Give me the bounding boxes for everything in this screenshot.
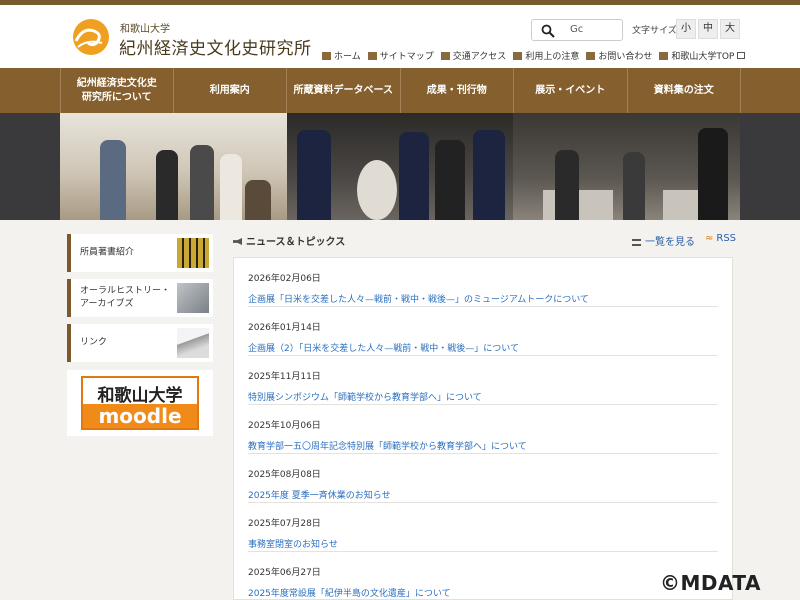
moodle-banner-logo: moodle	[83, 404, 197, 428]
sitemap-icon	[367, 51, 377, 60]
search-input[interactable]: Gc	[531, 19, 623, 41]
home-icon	[322, 51, 331, 60]
news-item: 2025年06月27日 2025年度常設展「紀伊半島の文化遺産」について	[248, 552, 718, 599]
rss-link[interactable]: ≈ RSS	[705, 233, 736, 248]
news-date: 2025年06月27日	[248, 568, 321, 578]
news-item: 2026年02月06日 企画展「日米を交差した人々—戦前・戦中・戦後—」のミュー…	[248, 258, 718, 307]
search-icon[interactable]	[541, 24, 555, 38]
sidebar-item-links[interactable]: リンク	[67, 324, 213, 362]
sidebar-item-oral-history[interactable]: オーラルヒストリー・アーカイブズ	[67, 279, 213, 317]
news-date: 2025年07月28日	[248, 519, 321, 529]
news-link[interactable]: 教育学部一五〇周年記念特別展「師範学校から教育学部へ」について	[248, 439, 718, 452]
institute-logo[interactable]	[68, 17, 114, 63]
view-all-link[interactable]: 一覧を見る	[632, 233, 695, 248]
news-link[interactable]: 2025年度 夏季一斉休業のお知らせ	[248, 488, 718, 501]
nav-guide[interactable]: 利用案内	[174, 68, 287, 113]
news-list: 2026年02月06日 企画展「日米を交差した人々—戦前・戦中・戦後—」のミュー…	[233, 257, 733, 600]
hero-banner	[0, 113, 800, 220]
font-size-label: 文字サイズ	[632, 26, 677, 36]
recorder-thumbnail	[177, 283, 209, 313]
site-title[interactable]: 紀州経済史文化史研究所	[119, 34, 312, 59]
news-links: 一覧を見る ≈ RSS	[632, 233, 736, 248]
external-link-icon	[737, 52, 746, 59]
global-nav: 紀州経済史文化史研究所について 利用案内 所蔵資料データベース 成果・刊行物 展…	[0, 68, 800, 113]
megaphone-icon	[233, 238, 242, 245]
nav-order[interactable]: 資料集の注文	[628, 68, 741, 113]
news-item: 2025年10月06日 教育学部一五〇周年記念特別展「師範学校から教育学部へ」に…	[248, 405, 718, 454]
sitemap-link[interactable]: サイトマップ	[367, 49, 434, 62]
news-link[interactable]: 特別展シンポジウム「師範学校から教育学部へ」について	[248, 390, 718, 403]
news-link[interactable]: 企画展「日米を交差した人々—戦前・戦中・戦後—」のミュージアムトークについて	[248, 292, 718, 305]
news-title: ニュース＆トピックス	[246, 237, 346, 248]
font-size-medium-button[interactable]: 中	[698, 19, 718, 39]
train-icon	[440, 51, 450, 60]
search-placeholder: Gc	[570, 24, 584, 35]
university-name: 和歌山大学	[120, 24, 170, 35]
nav-database[interactable]: 所蔵資料データベース	[287, 68, 401, 113]
moodle-banner[interactable]: 和歌山大学 moodle	[67, 370, 213, 436]
hero-photo-performance	[286, 113, 514, 220]
home-link[interactable]: ホーム	[322, 49, 361, 62]
rss-icon: ≈	[705, 233, 714, 244]
building-icon	[659, 51, 669, 60]
font-size-small-button[interactable]: 小	[676, 19, 696, 39]
hero-photo-exhibition	[60, 113, 287, 220]
mail-icon	[586, 51, 596, 60]
news-date: 2026年01月14日	[248, 323, 321, 333]
news-item: 2026年01月14日 企画展（2）「日米を交差した人々—戦前・戦中・戦後—」に…	[248, 307, 718, 356]
news-date: 2025年10月06日	[248, 421, 321, 431]
list-icon	[632, 238, 641, 246]
university-top-link[interactable]: 和歌山大学TOP	[659, 49, 746, 62]
font-size-large-button[interactable]: 大	[720, 19, 740, 39]
moodle-banner-university: 和歌山大学	[97, 386, 183, 406]
news-link[interactable]: 事務室閉室のお知らせ	[248, 537, 718, 550]
utility-links: ホーム サイトマップ 交通アクセス 利用上の注意 お問い合わせ 和歌山大学TOP	[322, 49, 746, 62]
contact-link[interactable]: お問い合わせ	[586, 49, 652, 62]
news-date: 2025年08月08日	[248, 470, 321, 480]
news-item: 2025年07月28日 事務室閉室のお知らせ	[248, 503, 718, 552]
news-item: 2025年08月08日 2025年度 夏季一斉休業のお知らせ	[248, 454, 718, 503]
site-header: 和歌山大学 紀州経済史文化史研究所 Gc 文字サイズ 小 中 大 ホーム サイト…	[0, 5, 800, 68]
book-spines-thumbnail	[177, 238, 209, 268]
news-date: 2026年02月06日	[248, 274, 321, 284]
access-link[interactable]: 交通アクセス	[440, 49, 506, 62]
news-link[interactable]: 2025年度常設展「紀伊半島の文化遺産」について	[248, 586, 718, 599]
nav-events[interactable]: 展示・イベント	[514, 68, 628, 113]
notice-link[interactable]: 利用上の注意	[513, 49, 579, 62]
mail-icon	[513, 51, 523, 60]
nav-publications[interactable]: 成果・刊行物	[401, 68, 514, 113]
news-item: 2025年11月11日 特別展シンポジウム「師範学校から教育学部へ」について	[248, 356, 718, 405]
keyboard-thumbnail	[177, 328, 209, 358]
nav-about[interactable]: 紀州経済史文化史研究所について	[60, 68, 174, 113]
sidebar-item-staff-books[interactable]: 所員著書紹介	[67, 234, 213, 272]
news-link[interactable]: 企画展（2）「日米を交差した人々—戦前・戦中・戦後—」について	[248, 341, 718, 354]
watermark: ©MDATA	[660, 571, 761, 595]
hero-photo-gallery-visitors	[513, 113, 741, 220]
sidebar: 所員著書紹介 オーラルヒストリー・アーカイブズ リンク 和歌山大学 moodle	[67, 234, 213, 436]
news-date: 2025年11月11日	[248, 372, 321, 382]
